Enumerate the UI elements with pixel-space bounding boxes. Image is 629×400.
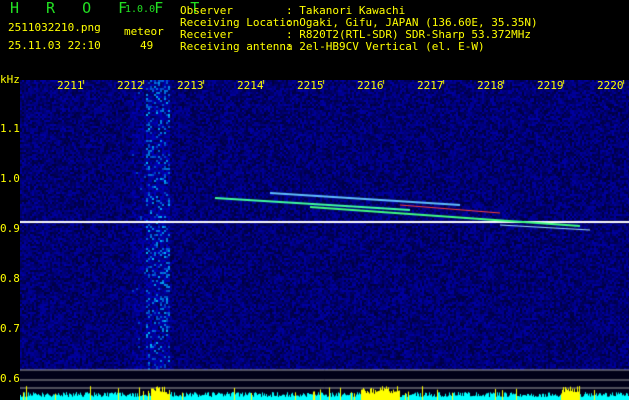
x-tick-label: 2212	[117, 79, 144, 92]
y-tick-label: 1.0	[0, 172, 20, 185]
meteor-label: meteor	[124, 25, 164, 38]
x-tick-label: 2216	[357, 79, 384, 92]
x-tick-label: 2214	[237, 79, 264, 92]
x-tick-label: 2217	[417, 79, 444, 92]
x-tick-label: 2213	[177, 79, 204, 92]
x-tick-label: 2211	[57, 79, 84, 92]
file-datetime: 25.11.03 22:10	[8, 39, 101, 52]
y-tick-label: 0.6	[0, 372, 20, 385]
y-axis-unit: kHz	[0, 73, 20, 86]
meteor-count: 49	[140, 39, 154, 52]
spectrogram	[20, 80, 629, 400]
y-tick-label: 0.9	[0, 222, 20, 235]
app-title: H R O F F T	[10, 0, 209, 17]
x-tick-label: 2220	[597, 79, 624, 92]
x-tick-label: 2218	[477, 79, 504, 92]
y-tick-label: 0.8	[0, 272, 20, 285]
x-tick-label: 2219	[537, 79, 564, 92]
file-name: 2511032210.png	[8, 21, 101, 34]
x-tick-label: 2215	[297, 79, 324, 92]
app-version: 1.0.0	[125, 4, 156, 15]
y-tick-label: 0.7	[0, 322, 20, 335]
info-value: : 2el-HB9CV Vertical (el. E-W)	[286, 40, 485, 53]
info-label: Receiving antenna	[180, 40, 293, 53]
y-tick-label: 1.1	[0, 122, 20, 135]
